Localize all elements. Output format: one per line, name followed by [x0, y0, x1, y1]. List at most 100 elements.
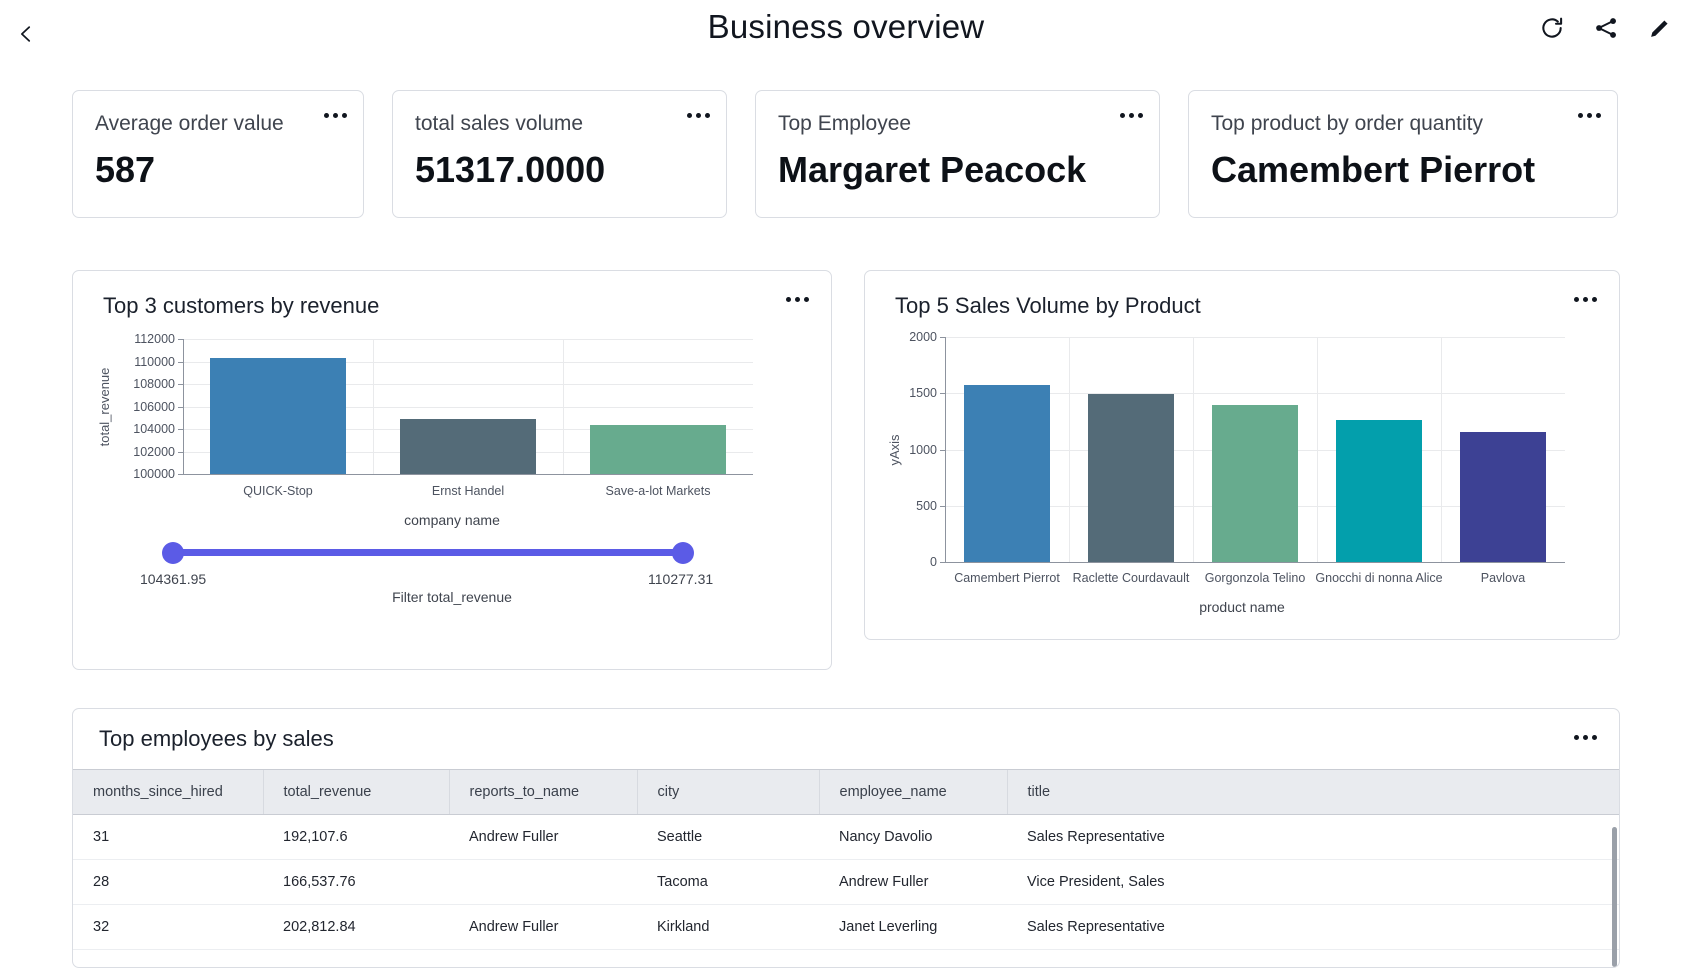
- table-body: 31192,107.6Andrew FullerSeattleNancy Dav…: [73, 815, 1619, 950]
- x-axis-tick: Camembert Pierrot: [954, 571, 1060, 585]
- x-axis-tick: QUICK-Stop: [243, 484, 312, 498]
- page-title: Business overview: [0, 8, 1692, 46]
- top-bar: Business overview: [0, 0, 1692, 68]
- table-cell: Andrew Fuller: [449, 815, 637, 860]
- column-header[interactable]: months_since_hired: [73, 770, 263, 815]
- x-axis-tick: Gorgonzola Telino: [1205, 571, 1306, 585]
- revenue-range-slider[interactable]: 104361.95110277.31Filter total_revenue: [73, 549, 831, 619]
- y-axis-tick: 500: [865, 499, 937, 513]
- bar[interactable]: [1088, 394, 1175, 562]
- kpi-title: Average order value: [95, 111, 341, 137]
- grid-line: [945, 337, 1565, 338]
- share-icon[interactable]: [1592, 14, 1620, 42]
- grid-line-vertical: [1317, 337, 1318, 562]
- slider-caption: Filter total_revenue: [73, 589, 831, 605]
- bar[interactable]: [1460, 432, 1547, 562]
- kpi-value: Margaret Peacock: [778, 147, 1137, 193]
- x-axis-tick: Pavlova: [1481, 571, 1525, 585]
- kpi-card-average-order-value[interactable]: Average order value 587: [72, 90, 364, 218]
- x-axis-line: [183, 474, 753, 475]
- table-row[interactable]: 28166,537.76TacomaAndrew FullerVice Pres…: [73, 860, 1619, 905]
- kpi-menu-button[interactable]: [687, 113, 710, 118]
- kpi-menu-button[interactable]: [1578, 113, 1601, 118]
- x-axis-tick: Ernst Handel: [432, 484, 504, 498]
- table-row[interactable]: 32202,812.84Andrew FullerKirklandJanet L…: [73, 905, 1619, 950]
- y-axis-tick: 1500: [865, 386, 937, 400]
- bar[interactable]: [210, 358, 347, 474]
- y-axis-tick: 106000: [73, 400, 175, 414]
- table-header-row: months_since_hired total_revenue reports…: [73, 770, 1619, 815]
- table-cell: Sales Representative: [1007, 815, 1619, 860]
- table-cell: 31: [73, 815, 263, 860]
- kpi-card-total-sales-volume[interactable]: total sales volume 51317.0000: [392, 90, 727, 218]
- table-cell: 166,537.76: [263, 860, 449, 905]
- kpi-value: 51317.0000: [415, 147, 704, 193]
- table-cell: Janet Leverling: [819, 905, 1007, 950]
- charts-row: Top 3 customers by revenue total_revenue…: [72, 270, 1620, 670]
- kpi-row: Average order value 587 total sales volu…: [72, 90, 1620, 218]
- kpi-title: total sales volume: [415, 111, 704, 137]
- panel-title: Top 3 customers by revenue: [73, 271, 831, 319]
- kpi-menu-button[interactable]: [1120, 113, 1143, 118]
- panel-title: Top 5 Sales Volume by Product: [865, 271, 1619, 319]
- table-cell: Tacoma: [637, 860, 819, 905]
- panel-top-sales-volume-by-product: Top 5 Sales Volume by Product yAxis05001…: [864, 270, 1620, 640]
- employees-table: months_since_hired total_revenue reports…: [73, 769, 1619, 950]
- y-axis-tick: 112000: [73, 332, 175, 346]
- column-header[interactable]: employee_name: [819, 770, 1007, 815]
- kpi-value: 587: [95, 147, 341, 193]
- y-axis-tick: 2000: [865, 330, 937, 344]
- x-axis-line: [945, 562, 1565, 563]
- bar-chart-products: yAxis0500100015002000Camembert PierrotRa…: [865, 319, 1619, 589]
- edit-icon[interactable]: [1646, 14, 1674, 42]
- bar-chart-customers: total_revenue100000102000104000106000108…: [73, 319, 831, 509]
- slider-handle-min[interactable]: [162, 542, 184, 564]
- y-axis-line: [945, 337, 946, 562]
- table-scrollbar[interactable]: [1612, 827, 1617, 967]
- table-cell: 202,812.84: [263, 905, 449, 950]
- panel-menu-button[interactable]: [786, 297, 809, 302]
- kpi-card-top-product[interactable]: Top product by order quantity Camembert …: [1188, 90, 1618, 218]
- column-header[interactable]: total_revenue: [263, 770, 449, 815]
- slider-handle-max[interactable]: [672, 542, 694, 564]
- top-actions: [1538, 14, 1674, 42]
- y-axis-tick: 110000: [73, 355, 175, 369]
- panel-title: Top employees by sales: [73, 726, 334, 752]
- table-cell: Sales Representative: [1007, 905, 1619, 950]
- slider-track[interactable]: [173, 549, 683, 556]
- table-cell: 192,107.6: [263, 815, 449, 860]
- kpi-menu-button[interactable]: [324, 113, 347, 118]
- bar[interactable]: [964, 385, 1051, 562]
- kpi-title: Top product by order quantity: [1211, 111, 1595, 137]
- grid-line-vertical: [563, 339, 564, 474]
- bar[interactable]: [400, 419, 537, 474]
- grid-line-vertical: [1193, 337, 1194, 562]
- y-axis-line: [183, 339, 184, 474]
- y-axis-tick: 100000: [73, 467, 175, 481]
- bar[interactable]: [590, 425, 727, 474]
- x-axis-label: company name: [73, 512, 831, 528]
- column-header[interactable]: reports_to_name: [449, 770, 637, 815]
- x-axis-tick: Raclette Courdavault: [1073, 571, 1190, 585]
- kpi-card-top-employee[interactable]: Top Employee Margaret Peacock: [755, 90, 1160, 218]
- table-header-bar: Top employees by sales: [73, 709, 1619, 769]
- y-axis-tick: 0: [865, 555, 937, 569]
- table-row[interactable]: 31192,107.6Andrew FullerSeattleNancy Dav…: [73, 815, 1619, 860]
- kpi-title: Top Employee: [778, 111, 1137, 137]
- table-cell: Andrew Fuller: [449, 905, 637, 950]
- table-cell: Seattle: [637, 815, 819, 860]
- column-header[interactable]: city: [637, 770, 819, 815]
- panel-top-customers-by-revenue: Top 3 customers by revenue total_revenue…: [72, 270, 832, 670]
- bar[interactable]: [1212, 405, 1299, 562]
- slider-max-value: 110277.31: [648, 571, 713, 587]
- grid-line-vertical: [373, 339, 374, 474]
- kpi-value: Camembert Pierrot: [1211, 147, 1595, 193]
- panel-menu-button[interactable]: [1574, 297, 1597, 302]
- y-axis-tick: 1000: [865, 443, 937, 457]
- column-header[interactable]: title: [1007, 770, 1619, 815]
- table-cell: Vice President, Sales: [1007, 860, 1619, 905]
- refresh-icon[interactable]: [1538, 14, 1566, 42]
- y-axis-tick: 104000: [73, 422, 175, 436]
- bar[interactable]: [1336, 420, 1423, 562]
- panel-menu-button[interactable]: [1574, 735, 1597, 740]
